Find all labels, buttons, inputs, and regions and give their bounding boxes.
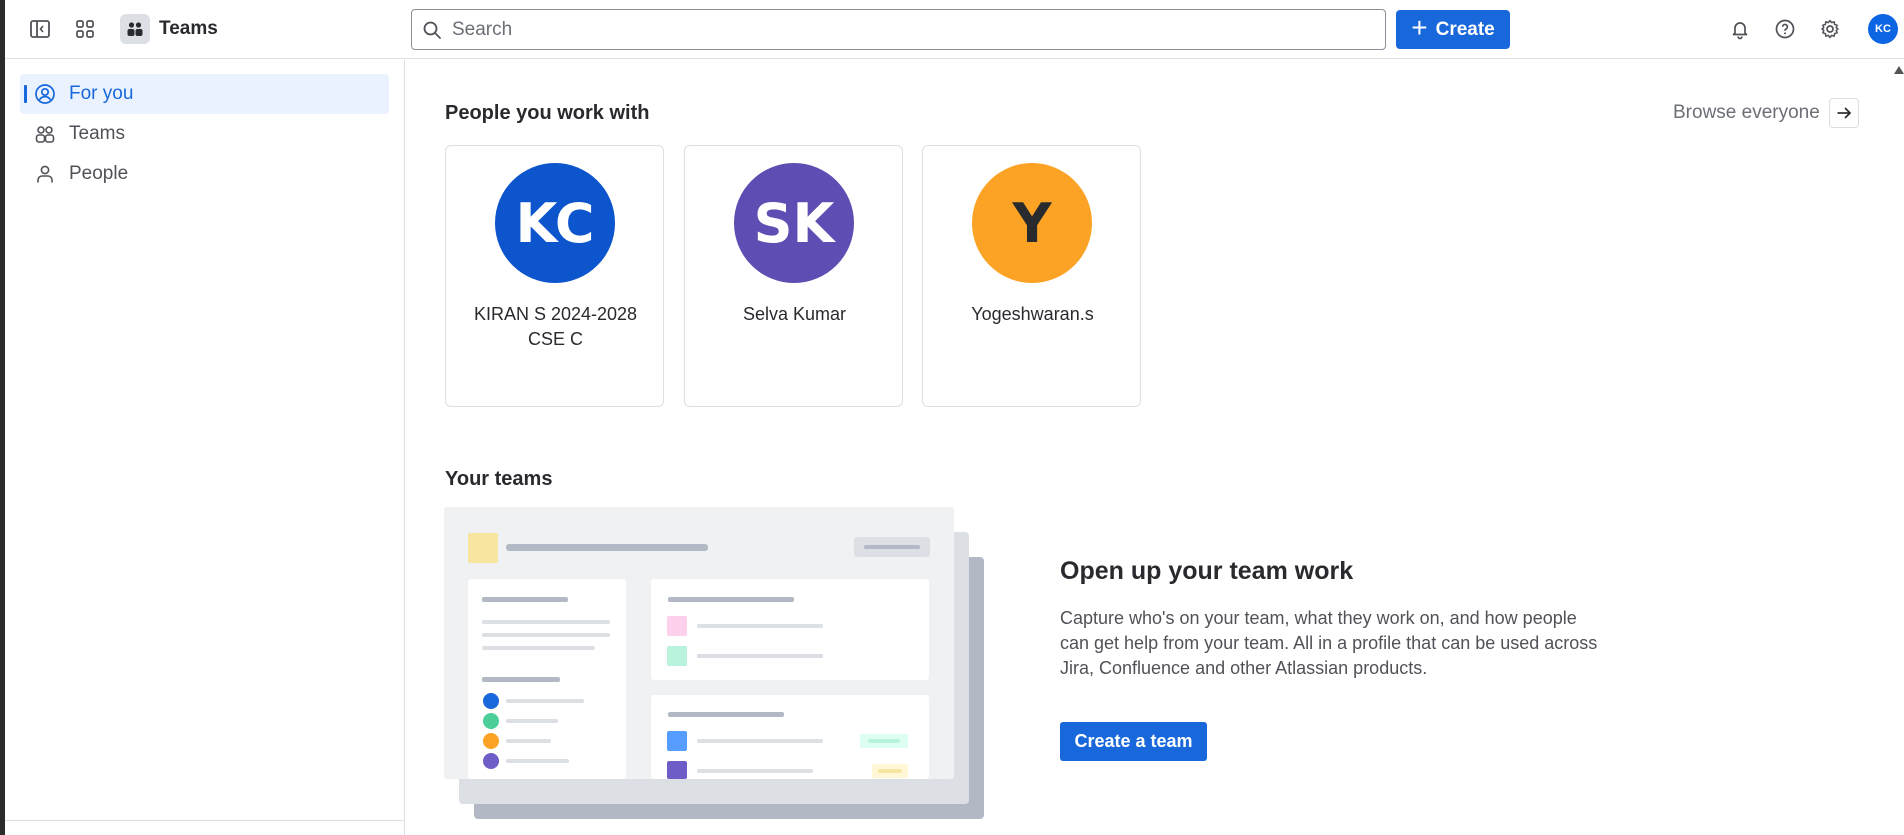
people-icon bbox=[34, 123, 56, 145]
create-team-button[interactable]: Create a team bbox=[1060, 722, 1207, 761]
app-switcher-button[interactable] bbox=[68, 12, 102, 46]
person-avatar: SK bbox=[734, 163, 854, 283]
people-section-title: People you work with bbox=[445, 102, 650, 124]
scroll-up-arrow[interactable] bbox=[1894, 66, 1904, 74]
plus-icon: + bbox=[1411, 12, 1428, 43]
sidebar-item-for-you[interactable]: For you bbox=[20, 74, 389, 114]
person-name: KIRAN S 2024-2028 CSE C bbox=[473, 304, 638, 349]
user-circle-icon bbox=[34, 83, 56, 105]
app-switcher-icon bbox=[76, 20, 94, 38]
settings-button[interactable] bbox=[1813, 12, 1847, 46]
teams-section-title: Your teams bbox=[445, 468, 553, 490]
person-card[interactable]: SK Selva Kumar bbox=[684, 145, 903, 407]
notifications-button[interactable] bbox=[1723, 12, 1757, 46]
browse-everyone-label: Browse everyone bbox=[1673, 102, 1820, 123]
search-input[interactable] bbox=[452, 18, 1352, 41]
create-button[interactable]: + Create bbox=[1396, 10, 1510, 49]
sidebar-item-teams[interactable]: Teams bbox=[20, 114, 389, 154]
sidebar-toggle-button[interactable] bbox=[23, 12, 57, 46]
user-avatar-button[interactable]: KC bbox=[1868, 14, 1898, 44]
teams-icon bbox=[120, 14, 150, 44]
person-card[interactable]: Y Yogeshwaran.s bbox=[922, 145, 1141, 407]
sidebar-item-label: People bbox=[69, 163, 129, 184]
sidebar-item-label: For you bbox=[69, 83, 134, 104]
sidebar-toggle-icon bbox=[30, 20, 50, 38]
help-icon bbox=[1775, 19, 1795, 39]
help-button[interactable] bbox=[1768, 12, 1802, 46]
sidebar: For you Teams People bbox=[5, 60, 405, 835]
sidebar-divider bbox=[5, 820, 405, 821]
product-home-link[interactable]: Teams bbox=[120, 13, 218, 45]
person-icon bbox=[34, 163, 56, 185]
search-box[interactable] bbox=[411, 9, 1386, 50]
main-content: People you work with Browse everyone KC … bbox=[406, 60, 1904, 835]
promo-title: Open up your team work bbox=[1060, 557, 1354, 585]
top-navigation-bar: Teams + Create KC bbox=[5, 0, 1904, 59]
search-icon bbox=[423, 21, 441, 39]
person-name: Selva Kumar bbox=[742, 304, 847, 324]
promo-description: Capture who's on your team, what they wo… bbox=[1060, 608, 1598, 678]
product-name: Teams bbox=[159, 18, 218, 39]
teams-illustration bbox=[444, 507, 984, 819]
person-avatar: KC bbox=[495, 163, 615, 283]
bell-icon bbox=[1732, 22, 1748, 40]
person-name: Yogeshwaran.s bbox=[971, 304, 1094, 324]
sidebar-item-label: Teams bbox=[69, 123, 125, 144]
gear-icon bbox=[1821, 19, 1839, 39]
person-avatar: Y bbox=[972, 163, 1092, 283]
arrow-right-icon bbox=[1828, 98, 1859, 128]
browse-everyone-link[interactable]: Browse everyone bbox=[1673, 98, 1859, 128]
create-label: Create bbox=[1435, 18, 1495, 40]
person-card[interactable]: KC KIRAN S 2024-2028 CSE C bbox=[445, 145, 664, 407]
sidebar-item-people[interactable]: People bbox=[20, 154, 389, 194]
